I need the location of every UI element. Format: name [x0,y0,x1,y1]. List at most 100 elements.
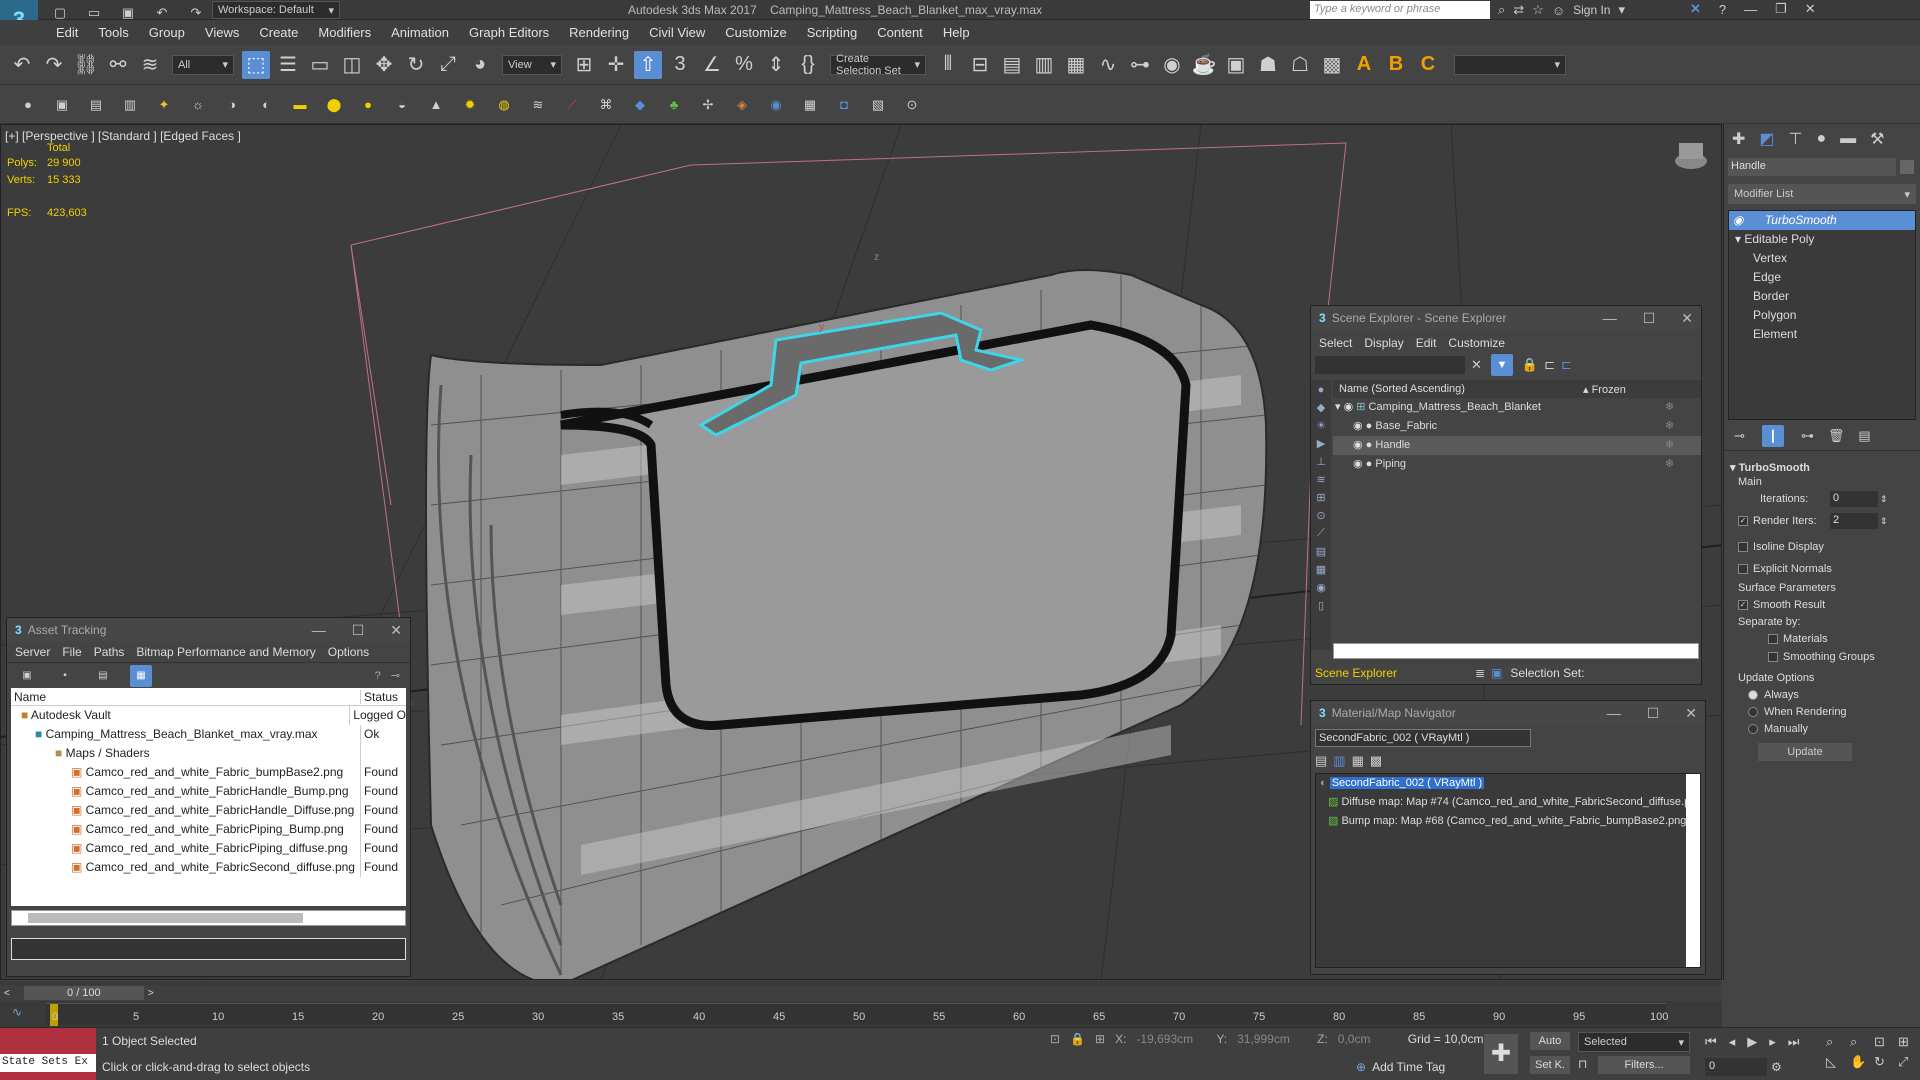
view-list-thumbnails-icon[interactable]: ▥ [1333,753,1345,769]
asset-row[interactable]: ▣ Camco_red_and_white_FabricHandle_Diffu… [11,801,406,820]
display-none-icon[interactable]: ▦ [1316,563,1326,576]
vray-a-icon[interactable]: A [1350,51,1378,79]
zoom-all-icon[interactable]: ⌕ [1850,1034,1870,1050]
scale-icon[interactable]: ⤢ [434,51,462,79]
toggle-scene-explorer-icon[interactable]: ▤ [998,51,1026,79]
show-end-result-icon[interactable]: ┃ [1761,425,1784,447]
reference-coord-dropdown[interactable]: View ▾ [502,54,562,75]
spinner-arrows-icon[interactable]: ⇕ [1880,516,1888,527]
stack-item-edge[interactable]: Edge [1729,268,1915,287]
viewport-label[interactable]: [+] [Perspective ] [Standard ] [Edged Fa… [5,129,241,143]
helpers-filter-icon[interactable]: ⊥ [1316,455,1326,468]
view-large-icons-icon[interactable]: ▩ [1370,753,1382,769]
modify-tab-icon[interactable]: ◩ [1759,129,1774,149]
placement-icon[interactable]: ◕ [466,51,494,79]
maximize-icon[interactable]: ☐ [1647,705,1660,722]
vray-ies-icon[interactable]: ◐ [255,94,277,116]
geometry-filter-icon[interactable]: ● [1318,384,1325,396]
set-key-mode-icon[interactable]: ✚ [1484,1034,1518,1074]
tree-view-icon[interactable]: ▣ [16,665,38,687]
freeze-icon[interactable]: ❄ [1665,455,1674,474]
material-vscrollbar[interactable] [1686,774,1700,967]
scene-item-piping[interactable]: ◉ ● Piping ❄ [1333,455,1701,474]
asset-row[interactable]: ■ Autodesk Vault Logged O [11,706,406,725]
exchange-icon[interactable]: ⇄ [1513,2,1524,18]
close-icon[interactable]: ✕ [390,622,402,639]
iterations-spinner[interactable]: 0 [1830,491,1878,507]
when-rendering-radio[interactable] [1748,706,1758,717]
vray-scene-converter-icon[interactable]: ▦ [799,94,821,116]
manually-radio[interactable] [1748,723,1758,734]
render-iters-spinner[interactable]: 2 [1830,513,1878,529]
lights-filter-icon[interactable]: ☀ [1316,419,1326,432]
play-icon[interactable]: ▶ [1747,1034,1757,1050]
isolate-selection-icon[interactable]: ⊡ [1050,1032,1060,1046]
go-to-end-icon[interactable]: ⏭ [1788,1034,1800,1050]
vray-help-icon[interactable]: ⊙ [901,94,923,116]
autodesk-x-icon[interactable]: ✕ [1690,1,1701,17]
utilities-tab-icon[interactable]: ⚒ [1870,129,1884,149]
freeze-icon[interactable]: ❄ [1665,436,1674,455]
vray-c-icon[interactable]: C [1414,51,1442,79]
menu-group[interactable]: Group [139,20,195,45]
menu-file[interactable]: File [62,645,81,659]
isoline-display-checkbox[interactable] [1738,542,1748,552]
visibility-icon[interactable]: ◉ [1344,401,1354,413]
add-time-tag[interactable]: Add Time Tag [1372,1060,1445,1074]
move-icon[interactable]: ✥ [370,51,398,79]
chevron-down-icon[interactable]: ▾ [1618,2,1625,18]
display-children-icon[interactable]: ▯ [1318,599,1324,612]
filter-icon[interactable]: ▼ [1490,354,1513,376]
current-frame-field[interactable]: 0 [1705,1058,1767,1076]
vray-plane-icon[interactable]: ⌘ [595,94,617,116]
time-slider-thumb[interactable]: 0 / 100 [23,986,144,1000]
menu-select[interactable]: Select [1319,336,1352,350]
previous-frame-icon[interactable]: ◂ [1729,1034,1736,1050]
selection-set-icon[interactable]: ▣ [1491,666,1502,680]
maximize-icon[interactable]: ☐ [352,622,365,639]
cameras-filter-icon[interactable]: ▶ [1317,437,1325,450]
menu-edit[interactable]: Edit [46,20,88,45]
material-navigator-titlebar[interactable]: 3 Material/Map Navigator — ☐ ✕ [1311,701,1705,725]
vray-dome-icon[interactable]: ◑ [221,94,243,116]
unlink-icon[interactable]: ⚯ [104,51,132,79]
z-coord-field[interactable]: 0,0cm [1338,1032,1398,1046]
col-frozen-header[interactable]: ▴ Frozen [1583,383,1626,396]
asset-row[interactable]: ▣ Camco_red_and_white_FabricPiping_Bump.… [11,820,406,839]
menu-bitmap-performance[interactable]: Bitmap Performance and Memory [136,645,315,659]
auto-key-button[interactable]: Auto [1530,1032,1570,1050]
vray-omni-icon[interactable]: ● [357,94,379,116]
slider-next-icon[interactable]: > [148,988,154,999]
vray-sun-light-icon[interactable]: ✹ [459,94,481,116]
menu-views[interactable]: Views [195,20,249,45]
asset-row[interactable]: ■ Camping_Mattress_Beach_Blanket_max_vra… [11,725,406,744]
vray-clipper-icon[interactable]: ♣ [663,94,685,116]
stack-item-turbosmooth[interactable]: ◉ TurboSmooth [1729,211,1915,230]
clear-search-icon[interactable]: ✕ [1471,357,1482,373]
minimize-icon[interactable]: — [1603,310,1617,327]
hierarchy-link-icon[interactable]: ⊏ [1561,357,1572,373]
curve-editor-mini-icon[interactable]: ∿ [12,1005,22,1019]
minimize-icon[interactable]: — [312,622,326,639]
spinner-snap-icon[interactable]: ⇕ [762,51,790,79]
object-color-swatch[interactable] [1900,160,1914,174]
smooth-result-checkbox[interactable]: ✓ [1738,600,1748,610]
key-filter-icon[interactable]: ⊓ [1578,1057,1587,1071]
select-by-name-icon[interactable]: ☰ [274,51,302,79]
selection-filter-dropdown[interactable]: All ▾ [172,54,234,75]
time-slider[interactable]: < 0 / 100 > [0,985,1722,1001]
menu-customize[interactable]: Customize [715,20,796,45]
rotate-icon[interactable]: ↻ [402,51,430,79]
col-status-header[interactable]: Status [361,690,398,704]
asset-row[interactable]: ▣ Camco_red_and_white_FabricPiping_diffu… [11,839,406,858]
toggle-layer-explorer-icon[interactable]: ▥ [1030,51,1058,79]
menu-display[interactable]: Display [1364,336,1403,350]
menu-server[interactable]: Server [15,645,50,659]
menu-modifiers[interactable]: Modifiers [308,20,381,45]
list-view-icon[interactable]: ▤ [92,665,114,687]
view-list-icon[interactable]: ▤ [1315,753,1327,769]
create-tab-icon[interactable]: ✚ [1732,129,1745,149]
vray-light-icon[interactable]: ✦ [153,94,175,116]
vray-b-icon[interactable]: B [1382,51,1410,79]
col-name-header[interactable]: Name (Sorted Ascending) [1333,383,1583,395]
